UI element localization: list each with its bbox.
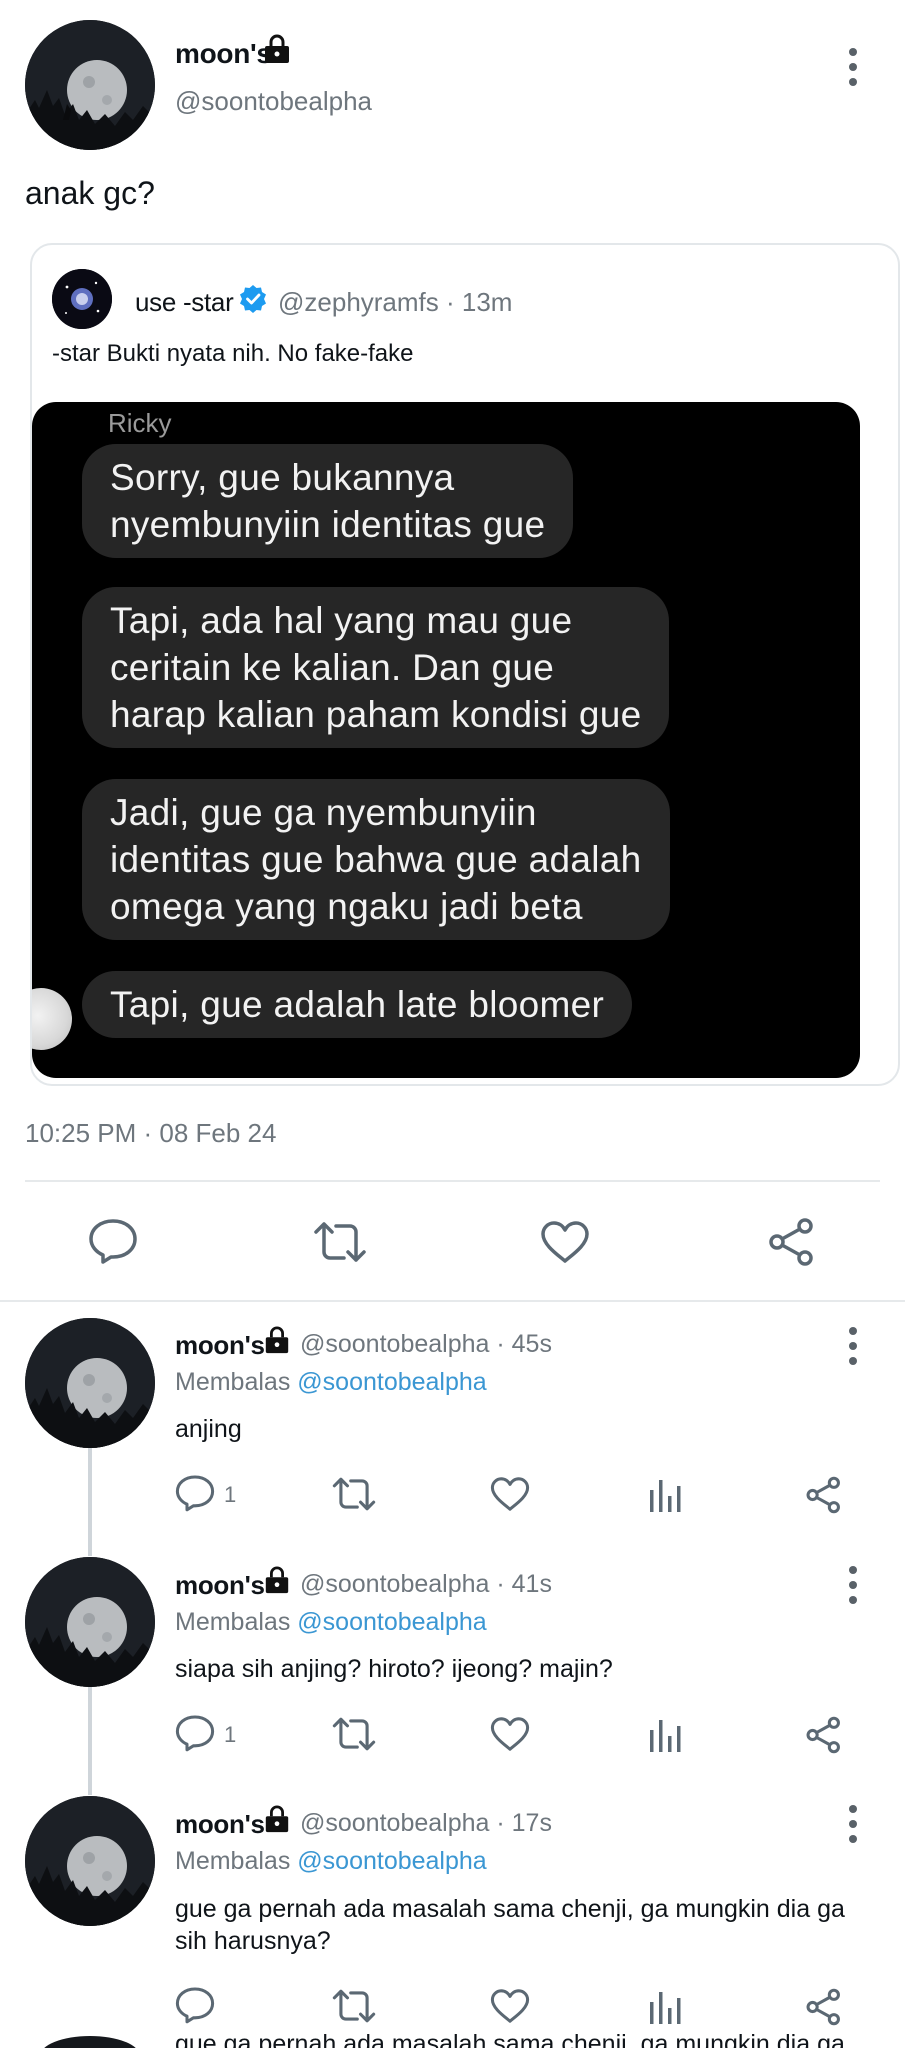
author-handle[interactable]: @soontobealpha bbox=[175, 86, 372, 117]
replying-prefix: Membalas bbox=[175, 1847, 291, 1875]
lock-icon bbox=[265, 34, 289, 63]
comment-icon[interactable] bbox=[175, 1986, 215, 2024]
replying-to: Membalas @soontobealpha bbox=[175, 1368, 487, 1397]
next-reply-avatar-partial bbox=[40, 2036, 140, 2048]
analytics-icon[interactable] bbox=[650, 1716, 682, 1752]
reply-text: gue ga pernah ada masalah sama chenji, g… bbox=[175, 1895, 845, 1955]
chat-bubble: Jadi, gue ga nyembunyiin identitas gue b… bbox=[82, 779, 670, 940]
more-vertical-icon[interactable] bbox=[838, 1566, 868, 1604]
comment-icon[interactable] bbox=[175, 1714, 215, 1752]
divider bbox=[25, 1180, 880, 1182]
share-icon[interactable] bbox=[805, 1988, 843, 2026]
reply-mention-link[interactable]: @soontobealpha bbox=[297, 1847, 486, 1875]
replying-to: Membalas @soontobealpha bbox=[175, 1608, 487, 1637]
tweet-timestamp[interactable]: 10:25 PM · 08 Feb 24 bbox=[25, 1118, 276, 1149]
retweet-icon[interactable] bbox=[331, 1476, 377, 1512]
retweet-icon[interactable] bbox=[331, 1988, 377, 2024]
analytics-icon[interactable] bbox=[650, 1476, 682, 1512]
replying-to: Membalas @soontobealpha bbox=[175, 1847, 487, 1876]
next-reply-text-partial: gue ga pernah ada masalah sama chenji, g… bbox=[175, 2030, 845, 2048]
reply-author-name[interactable]: moon's bbox=[175, 1330, 265, 1361]
chat-bubble: Sorry, gue bukannya nyembunyiin identita… bbox=[82, 444, 574, 558]
chat-sender-avatar bbox=[32, 988, 72, 1050]
analytics-icon[interactable] bbox=[650, 1988, 682, 2024]
reply-count: 1 bbox=[224, 1722, 237, 1747]
share-icon[interactable] bbox=[805, 1716, 843, 1754]
replying-prefix: Membalas bbox=[175, 1368, 291, 1396]
reply-avatar[interactable] bbox=[25, 1318, 155, 1448]
divider bbox=[0, 1300, 905, 1302]
chat-sender-name: Ricky bbox=[108, 408, 172, 438]
reply-text: anjing bbox=[175, 1415, 242, 1443]
reply-avatar[interactable] bbox=[25, 1557, 155, 1687]
tweet-text: anak gc? bbox=[25, 175, 155, 211]
avatar-moon-image bbox=[25, 1796, 155, 1926]
quoted-tweet-card[interactable]: use -star @zephyramfs · 13m -star Bukti … bbox=[30, 243, 900, 1086]
author-name[interactable]: moon's bbox=[175, 38, 272, 70]
reply-handle-time[interactable]: @soontobealpha · 17s bbox=[300, 1809, 552, 1838]
thread-connector-line bbox=[88, 1687, 92, 1795]
quoted-tweet-text: -star Bukti nyata nih. No fake-fake bbox=[52, 340, 414, 367]
verified-badge-icon bbox=[240, 285, 266, 313]
reply-count: 1 bbox=[224, 1482, 237, 1507]
heart-icon[interactable] bbox=[490, 1988, 530, 2024]
thread-connector-line bbox=[88, 1448, 92, 1556]
share-icon[interactable] bbox=[805, 1476, 843, 1514]
quoted-media-image[interactable]: Ricky Sorry, gue bukannya nyembunyiin id… bbox=[32, 402, 860, 1078]
avatar-moon-image bbox=[25, 1557, 155, 1687]
more-vertical-icon[interactable] bbox=[838, 1805, 868, 1843]
reply-author-name[interactable]: moon's bbox=[175, 1570, 265, 1601]
lock-icon bbox=[265, 1566, 289, 1594]
author-avatar[interactable] bbox=[25, 20, 155, 150]
comment-icon[interactable] bbox=[175, 1474, 215, 1512]
heart-icon[interactable] bbox=[490, 1476, 530, 1512]
retweet-icon[interactable] bbox=[331, 1716, 377, 1752]
reply-handle-time[interactable]: @soontobealpha · 45s bbox=[300, 1330, 552, 1359]
chat-bubble: Tapi, gue adalah late bloomer bbox=[82, 971, 633, 1038]
reply-mention-link[interactable]: @soontobealpha bbox=[297, 1608, 486, 1636]
avatar-moon-image bbox=[25, 20, 155, 150]
avatar-moon-image bbox=[25, 1318, 155, 1448]
heart-icon[interactable] bbox=[490, 1716, 530, 1752]
quoted-handle-time[interactable]: @zephyramfs · 13m bbox=[278, 287, 512, 318]
reply-author-name[interactable]: moon's bbox=[175, 1809, 265, 1840]
reply-text: siapa sih anjing? hiroto? ijeong? majin? bbox=[175, 1655, 613, 1683]
more-vertical-icon[interactable] bbox=[838, 48, 868, 86]
reply-handle-time[interactable]: @soontobealpha · 41s bbox=[300, 1570, 552, 1599]
heart-icon[interactable] bbox=[540, 1220, 590, 1264]
quoted-avatar-image bbox=[52, 269, 112, 329]
share-icon[interactable] bbox=[767, 1217, 817, 1267]
lock-icon bbox=[265, 1326, 289, 1354]
quoted-author-name[interactable]: use -star bbox=[135, 287, 234, 318]
comment-icon[interactable] bbox=[88, 1218, 138, 1264]
quoted-author-avatar[interactable] bbox=[52, 269, 112, 329]
chat-bubble: Tapi, ada hal yang mau gue ceritain ke k… bbox=[82, 587, 670, 748]
lock-icon bbox=[265, 1805, 289, 1833]
reply-mention-link[interactable]: @soontobealpha bbox=[297, 1368, 486, 1396]
more-vertical-icon[interactable] bbox=[838, 1327, 868, 1365]
replying-prefix: Membalas bbox=[175, 1608, 291, 1636]
reply-avatar[interactable] bbox=[25, 1796, 155, 1926]
retweet-icon[interactable] bbox=[312, 1220, 368, 1264]
